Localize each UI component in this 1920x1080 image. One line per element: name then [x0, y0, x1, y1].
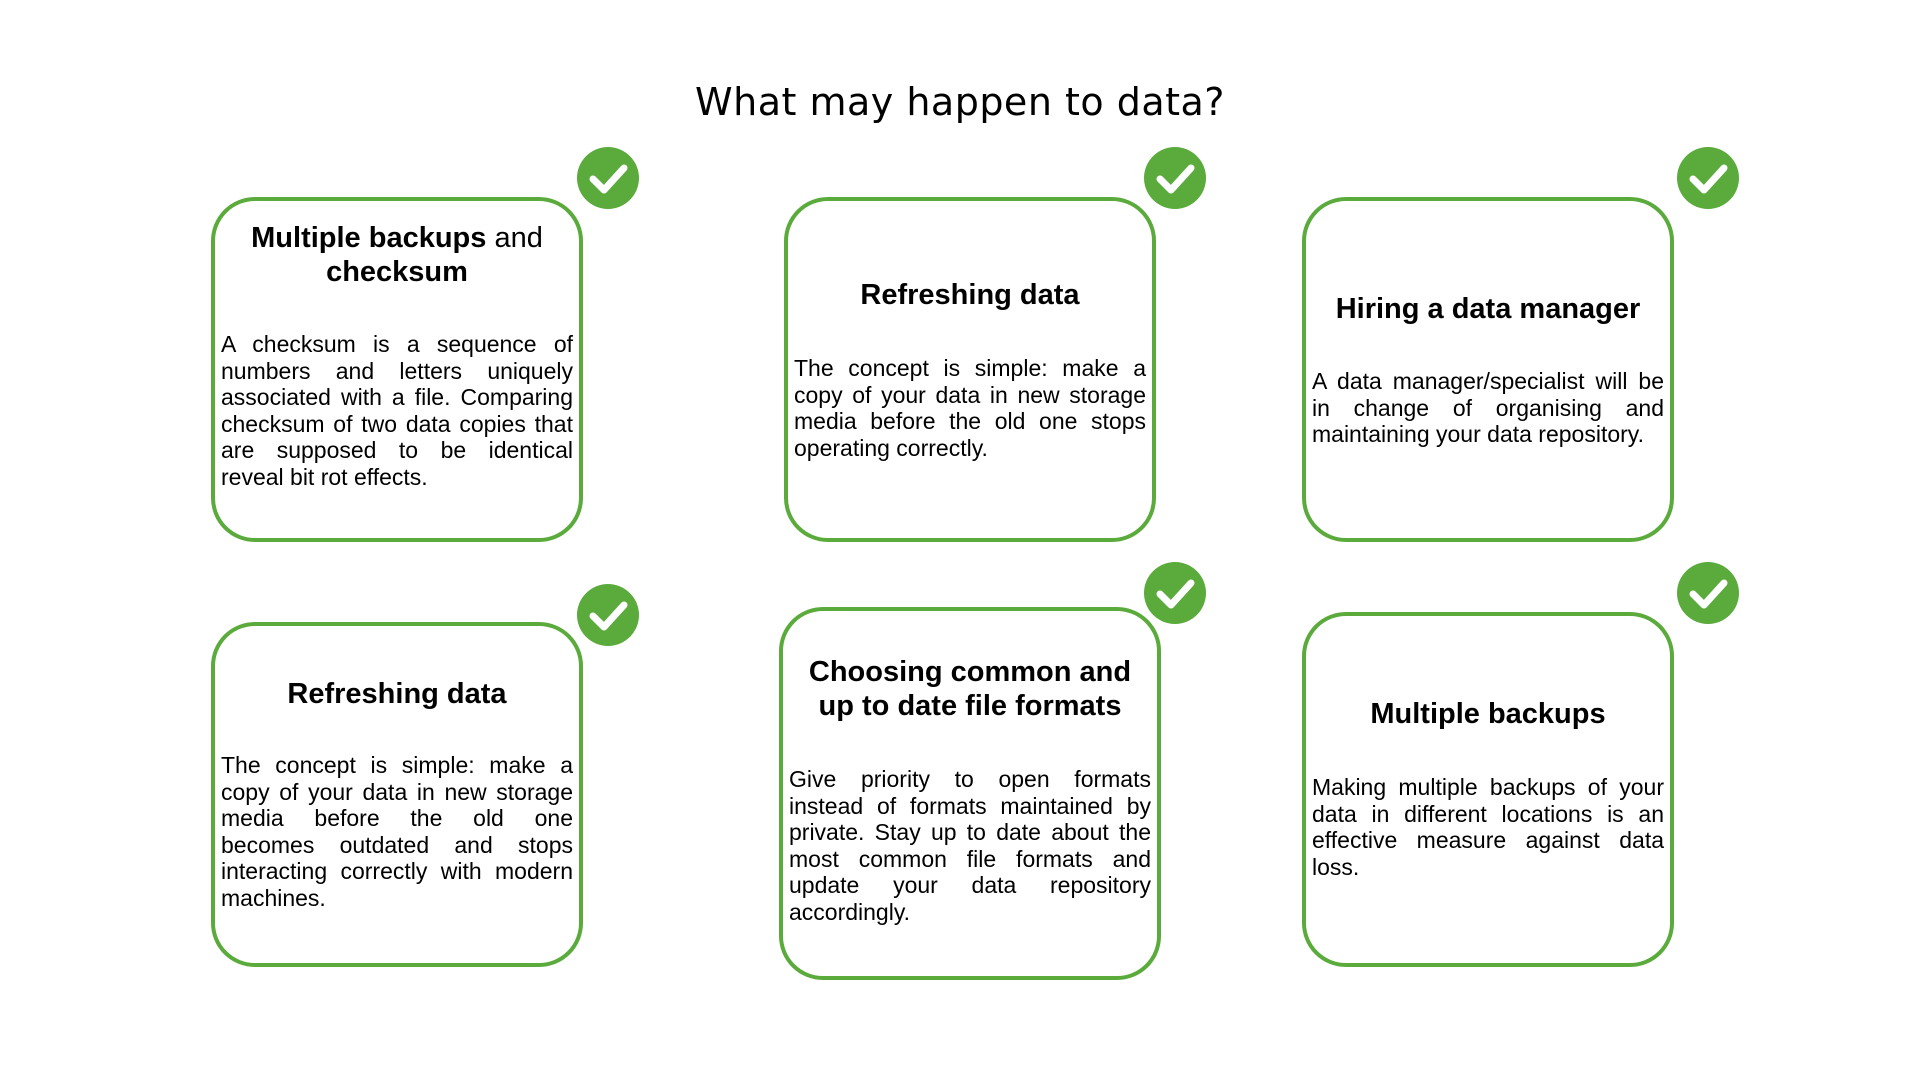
card-heading-normal: and: [486, 222, 543, 254]
card-multiple-backups-checksum: Multiple backups and checksum A checksum…: [211, 197, 583, 542]
card-heading: Multiple backups and checksum: [215, 221, 579, 289]
checkmark-icon: [577, 147, 639, 209]
card-refreshing-data: Refreshing data The concept is simple: m…: [784, 197, 1156, 542]
card-heading: Hiring a data manager: [1335, 293, 1641, 325]
page-title: What may happen to data?: [695, 80, 1225, 124]
card-body: Give priority to open formats instead of…: [789, 766, 1151, 925]
card-body: A data manager/specialist will be in cha…: [1312, 368, 1664, 447]
card-body: Making multiple backups of your data in …: [1312, 774, 1664, 880]
card-refreshing-data: Refreshing data The concept is simple: m…: [211, 622, 583, 967]
card-hiring-data-manager: Hiring a data manager A data manager/spe…: [1302, 197, 1674, 542]
card-body: A checksum is a sequence of numbers and …: [221, 331, 573, 490]
checkmark-icon: [1677, 147, 1739, 209]
card-heading-bold: Multiple backups: [251, 222, 487, 254]
card-multiple-backups: Multiple backups Making multiple backups…: [1302, 612, 1674, 967]
card-heading: Choosing common and up to date file form…: [808, 656, 1132, 722]
card-heading: Refreshing data: [287, 678, 507, 710]
checkmark-icon: [1144, 147, 1206, 209]
card-common-file-formats: Choosing common and up to date file form…: [779, 607, 1161, 980]
card-body: The concept is simple: make a copy of yo…: [794, 355, 1146, 461]
card-heading: Refreshing data: [860, 279, 1080, 311]
card-heading-bold: checksum: [326, 256, 468, 288]
checkmark-icon: [577, 584, 639, 646]
checkmark-icon: [1144, 562, 1206, 624]
checkmark-icon: [1677, 562, 1739, 624]
card-heading: Multiple backups: [1370, 698, 1606, 730]
card-body: The concept is simple: make a copy of yo…: [221, 752, 573, 911]
